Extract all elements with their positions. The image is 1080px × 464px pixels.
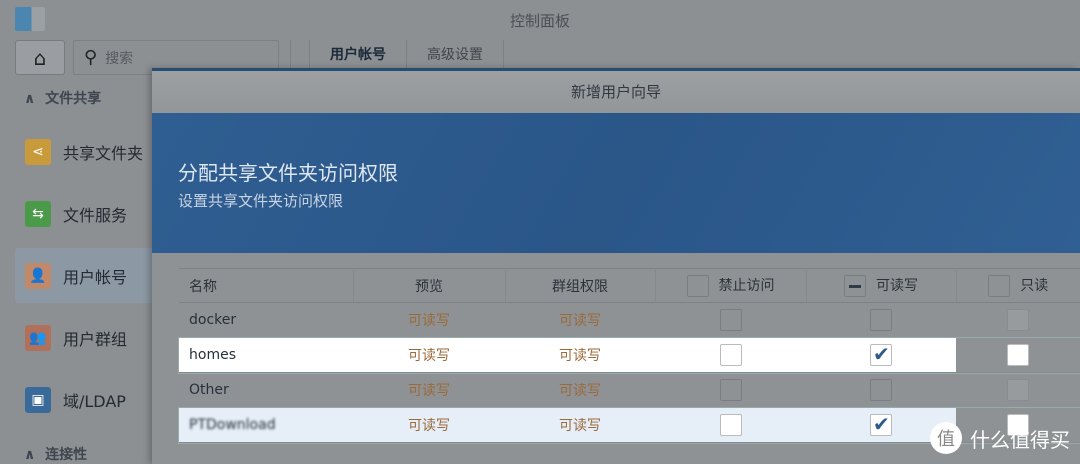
- table-row[interactable]: docker 可读写 可读写: [179, 302, 1080, 338]
- rw-checkbox[interactable]: [870, 412, 892, 436]
- ro-checkbox[interactable]: [1007, 344, 1029, 366]
- row-preview: 可读写: [353, 302, 505, 338]
- row-name: Other: [179, 372, 353, 408]
- watermark: 值什么值得买: [930, 422, 1070, 454]
- sidebar-item-label: 用户群组: [63, 329, 128, 349]
- shared-folder-icon: ⋖: [25, 138, 51, 165]
- rw-checkbox[interactable]: [870, 379, 892, 401]
- row-group: 可读写: [505, 372, 655, 408]
- file-services-icon: ⇆: [25, 200, 51, 227]
- ldap-icon: ▣: [25, 386, 51, 413]
- row-preview: 可读写: [353, 337, 505, 373]
- user-icon: 👤: [25, 262, 51, 289]
- section-file-sharing[interactable]: ∧ 文件共享: [24, 88, 101, 108]
- sidebar-item-label: 用户帐号: [63, 267, 128, 287]
- col-preview: 预览: [353, 268, 506, 303]
- step-heading: 分配共享文件夹访问权限: [178, 161, 398, 185]
- rw-checkbox[interactable]: [870, 342, 892, 366]
- sidebar-item-label: 域/LDAP: [63, 391, 126, 411]
- tab-user-account[interactable]: 用户帐号: [309, 40, 407, 68]
- tab-bar: 用户帐号 高级设置: [290, 40, 504, 68]
- group-icon: 👥: [25, 324, 51, 351]
- col-deny: 禁止访问: [655, 268, 807, 303]
- row-name: PTDownload: [179, 407, 353, 443]
- row-group: 可读写: [505, 302, 655, 338]
- home-button[interactable]: ⌂: [15, 40, 65, 75]
- wizard-banner: 分配共享文件夹访问权限 设置共享文件夹访问权限: [152, 113, 1080, 253]
- add-user-wizard-dialog: 新增用户向导 分配共享文件夹访问权限 设置共享文件夹访问权限 名称 预览 群组权…: [152, 68, 1080, 464]
- window-title: 控制面板: [509, 12, 570, 30]
- row-group: 可读写: [505, 337, 655, 373]
- row-preview: 可读写: [353, 407, 505, 443]
- tab-advanced[interactable]: 高级设置: [407, 40, 504, 68]
- deny-checkbox[interactable]: [719, 309, 742, 331]
- table-row[interactable]: Other 可读写 可读写: [179, 372, 1080, 408]
- ro-all-checkbox[interactable]: [988, 274, 1011, 297]
- row-preview: 可读写: [353, 372, 505, 408]
- permissions-table: 名称 预览 群组权限 禁止访问 可读写 只读 docker 可读写 可读写 ho…: [178, 268, 1080, 444]
- rw-all-checkbox[interactable]: [844, 274, 866, 297]
- sidebar-item-user-group[interactable]: 👥 用户群组: [15, 310, 155, 365]
- row-name: docker: [179, 302, 353, 338]
- deny-checkbox[interactable]: [719, 344, 742, 366]
- sidebar-item-label: 文件服务: [63, 205, 128, 225]
- row-group: 可读写: [505, 407, 655, 443]
- sidebar-item-user-account[interactable]: 👤 用户帐号: [15, 248, 155, 303]
- deny-checkbox[interactable]: [719, 379, 742, 401]
- ro-checkbox[interactable]: [1007, 309, 1029, 331]
- search-placeholder: 搜索: [105, 50, 134, 67]
- table-row[interactable]: homes 可读写 可读写: [178, 336, 1080, 374]
- deny-all-checkbox[interactable]: [686, 274, 709, 297]
- row-name: homes: [179, 337, 353, 373]
- sidebar-item-shared-folder[interactable]: ⋖ 共享文件夹: [15, 124, 155, 179]
- sidebar-item-label: 共享文件夹: [63, 143, 144, 163]
- col-rw: 可读写: [806, 268, 957, 303]
- step-subheading: 设置共享文件夹访问权限: [178, 192, 344, 210]
- sidebar-item-file-services[interactable]: ⇆ 文件服务: [15, 186, 155, 241]
- watermark-text: 什么值得买: [970, 427, 1070, 452]
- deny-checkbox[interactable]: [719, 414, 742, 436]
- rw-checkbox[interactable]: [870, 309, 892, 331]
- dialog-title: 新增用户向导: [152, 71, 1080, 113]
- col-ro: 只读: [956, 268, 1080, 303]
- watermark-logo: 值: [930, 422, 962, 454]
- section-connectivity[interactable]: ∧ 连接性: [24, 444, 87, 464]
- ro-checkbox[interactable]: [1007, 379, 1029, 401]
- search-icon: ⚲: [84, 47, 98, 68]
- sidebar-item-ldap[interactable]: ▣ 域/LDAP: [15, 372, 155, 427]
- home-icon: ⌂: [33, 45, 47, 70]
- col-group: 群组权限: [505, 268, 656, 303]
- col-name: 名称: [179, 268, 354, 303]
